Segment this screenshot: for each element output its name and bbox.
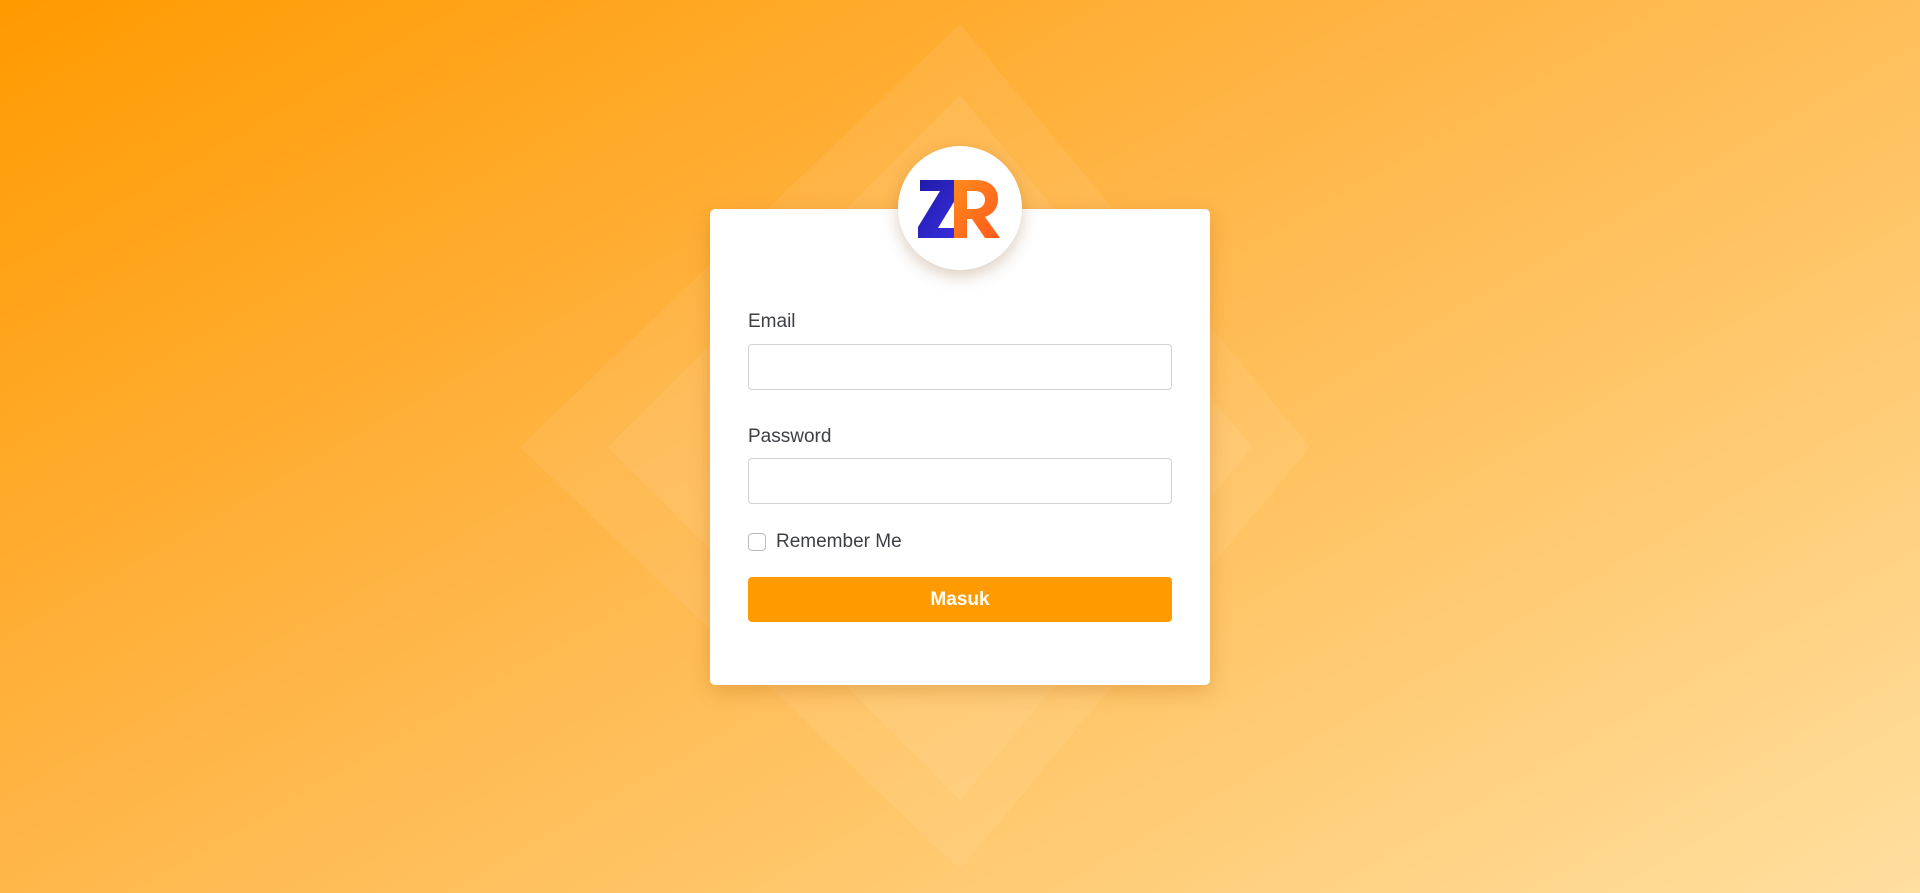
password-label: Password — [748, 426, 832, 447]
password-field[interactable] — [748, 458, 1172, 504]
remember-me-checkbox[interactable] — [748, 533, 766, 551]
login-card: Email Password Remember Me Masuk — [710, 209, 1210, 685]
zr-logo-icon — [918, 180, 1000, 238]
brand-logo — [898, 146, 1022, 270]
remember-me-row[interactable]: Remember Me — [748, 530, 902, 554]
login-button[interactable]: Masuk — [748, 577, 1172, 622]
email-label: Email — [748, 311, 796, 332]
email-field[interactable] — [748, 344, 1172, 390]
remember-me-label[interactable]: Remember Me — [776, 531, 902, 553]
